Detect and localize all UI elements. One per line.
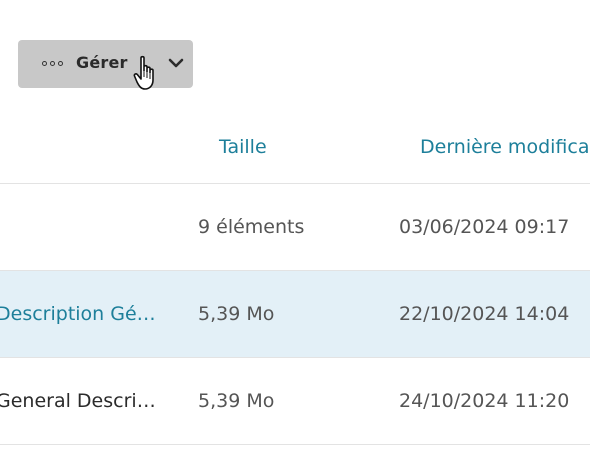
row-modified: 24/10/2024 11:20 <box>399 390 570 412</box>
row-size: 9 éléments <box>198 216 305 238</box>
row-size: 5,39 Mo <box>198 303 275 325</box>
column-header-size[interactable]: Taille <box>219 136 267 158</box>
manage-button-label: Gérer <box>76 53 128 72</box>
chevron-down-icon <box>168 58 184 68</box>
row-name[interactable]: General Descript… <box>0 390 164 412</box>
more-dots-icon <box>42 61 63 66</box>
table-row[interactable]: General Descript… 5,39 Mo 24/10/2024 11:… <box>0 358 590 445</box>
table-header: Taille Dernière modifica <box>0 110 590 184</box>
table-row[interactable]: Description Gén… 5,39 Mo 22/10/2024 14:0… <box>0 271 590 358</box>
row-size: 5,39 Mo <box>198 390 275 412</box>
row-modified: 03/06/2024 09:17 <box>399 216 570 238</box>
file-table: Taille Dernière modifica 9 éléments 03/0… <box>0 110 590 445</box>
row-modified: 22/10/2024 14:04 <box>399 303 570 325</box>
row-name[interactable]: Description Gén… <box>0 303 164 325</box>
manage-button[interactable]: Gérer <box>18 40 193 88</box>
table-row[interactable]: 9 éléments 03/06/2024 09:17 <box>0 184 590 271</box>
column-header-modified[interactable]: Dernière modifica <box>420 136 589 158</box>
file-browser: Gérer Taille Dernière modifica 9 élément… <box>0 0 590 460</box>
